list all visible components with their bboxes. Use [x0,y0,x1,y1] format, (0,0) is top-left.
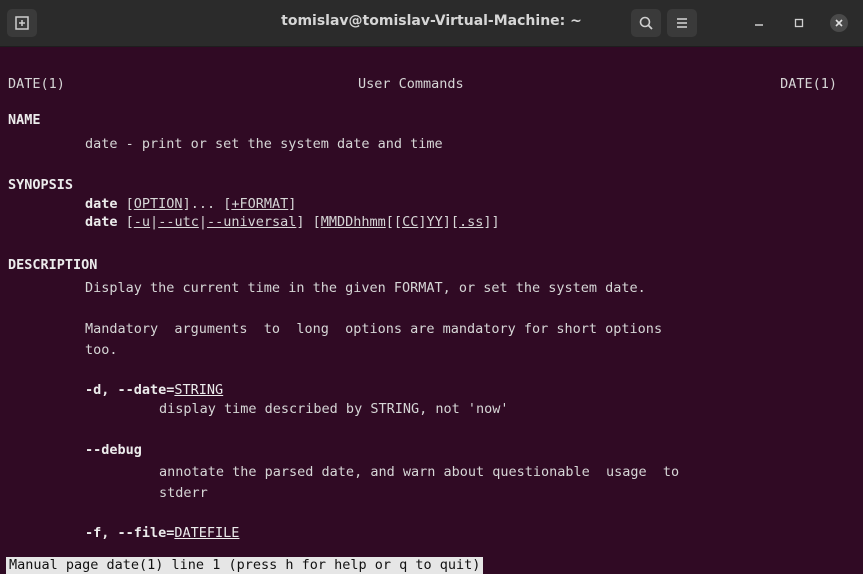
close-icon [835,19,843,27]
option-file-flag: -f, --file= [85,525,175,541]
option-date: -d, --date=STRING [85,381,223,399]
u-arg: -u [133,214,151,230]
mmddhhmm-arg: MMDDhhmm [320,214,386,230]
synopsis-heading: SYNOPSIS [8,177,74,193]
minimize-button[interactable] [750,14,768,32]
search-button[interactable] [631,9,661,37]
universal-arg: --universal [206,214,297,230]
maximize-icon [794,18,804,28]
hamburger-menu-icon [677,18,687,28]
synopsis-command: date [85,196,118,212]
option-file-arg: DATEFILE [174,525,240,541]
description-heading: DESCRIPTION [8,257,98,273]
description-line-1: Display the current time in the given FO… [85,280,646,296]
maximize-button[interactable] [790,14,808,32]
terminal-content[interactable]: DATE(1) User Commands DATE(1) NAME date … [0,47,863,574]
synopsis-separator: ]... [ [182,196,232,212]
close-button[interactable] [830,14,848,32]
terminal-window: tomislav@tomislav-Virtual-Machine: ~ DAT… [0,0,863,574]
utc-arg: --utc [158,214,199,230]
cc-arg: CC [402,214,419,230]
name-text: date - print or set the system date and … [85,136,443,152]
option-file: -f, --file=DATEFILE [85,524,239,542]
option-debug-desc-1: annotate the parsed date, and warn about… [159,464,680,480]
name-heading: NAME [8,112,41,128]
option-debug-flag: --debug [85,442,142,458]
option-arg: OPTION [133,196,183,212]
minimize-icon [755,24,763,26]
pager-status-bar: Manual page date(1) line 1 (press h for … [6,557,484,574]
option-date-arg: STRING [174,382,224,398]
mandatory-line-2: too. [85,342,118,358]
man-header-right: DATE(1) [780,76,837,92]
man-header-left: DATE(1) [8,76,65,92]
synopsis-line-2: date [-u|--utc|--universal] [MMDDhhmm[[C… [85,214,500,230]
synopsis-command-2: date [85,214,118,230]
man-header-center: User Commands [358,76,464,92]
option-date-flag: -d, --date= [85,382,175,398]
yy-arg: YY [426,214,443,230]
window-title: tomislav@tomislav-Virtual-Machine: ~ [281,13,582,29]
option-debug-desc-2: stderr [159,485,208,501]
title-bar[interactable]: tomislav@tomislav-Virtual-Machine: ~ [0,0,863,47]
synopsis-line-1: date [OPTION]... [+FORMAT] [85,196,297,212]
mandatory-line-1: Mandatory arguments to long options are … [85,321,663,337]
search-icon [639,16,653,30]
option-date-desc: display time described by STRING, not 'n… [159,401,509,417]
format-arg: +FORMAT [231,196,289,212]
menu-button[interactable] [667,9,697,37]
ss-arg: .ss [459,214,484,230]
